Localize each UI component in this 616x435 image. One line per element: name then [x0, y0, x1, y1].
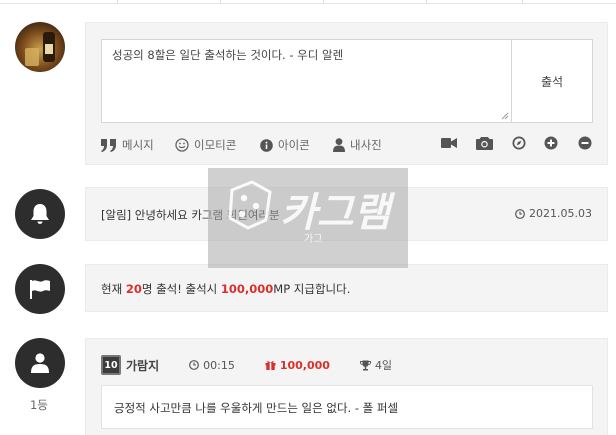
icon-tool[interactable]: 아이콘	[260, 135, 310, 155]
quote-icon	[101, 138, 116, 152]
attend-button[interactable]: 출석	[512, 39, 593, 123]
comment-points: 100,000	[265, 359, 330, 372]
attendance-comment: 10 가람지 00:15 100,000 4일 긍정적 사고만큼 나를 우울하게…	[85, 338, 608, 435]
top-divider	[0, 0, 616, 4]
user-icon	[333, 138, 345, 152]
rank-label: 1등	[30, 398, 48, 412]
attendance-text: 현재 20명 출석! 출석시 100,000MP 지급합니다.	[101, 282, 351, 296]
composer-toolbar: 메시지 이모티콘 아이콘 내사진	[101, 135, 593, 155]
user-avatar-photo[interactable]	[15, 22, 65, 72]
attendance-points: 100,000	[220, 282, 274, 296]
bell-icon	[31, 204, 49, 224]
my-photo-tool[interactable]: 내사진	[333, 135, 382, 155]
commenter-name[interactable]: 가람지	[126, 357, 159, 374]
emoticon-tool-label: 이모티콘	[194, 138, 237, 152]
clock-icon	[189, 360, 200, 370]
trophy-icon	[359, 360, 371, 370]
attendance-composer: 성공의 8할은 일단 출석하는 것이다. - 우디 알렌 출석 메시지 이모티콘	[85, 22, 608, 165]
notice-avatar	[15, 189, 65, 239]
minus-circle-icon[interactable]	[578, 136, 592, 150]
emoticon-tool[interactable]: 이모티콘	[175, 135, 236, 155]
comment-days: 4일	[359, 357, 392, 373]
message-tool[interactable]: 메시지	[101, 135, 154, 155]
user-icon	[31, 353, 49, 373]
clock-icon	[515, 208, 525, 219]
flag-icon	[30, 280, 50, 299]
comment-header: 10 가람지 00:15 100,000 4일	[101, 354, 593, 376]
comment-time: 00:15	[189, 359, 235, 372]
message-tool-label: 메시지	[122, 138, 154, 152]
plus-circle-icon[interactable]	[544, 136, 558, 150]
comment-body: 긍정적 사고만큼 나를 우울하게 만드는 일은 없다. - 폴 퍼셀	[101, 385, 593, 429]
info-icon	[260, 138, 273, 152]
level-badge: 10	[101, 355, 121, 375]
smile-icon	[175, 138, 189, 152]
message-text: 성공의 8할은 일단 출석하는 것이다. - 우디 알렌	[112, 48, 344, 62]
notice-date-text: 2021.05.03	[529, 207, 592, 220]
icon-tool-label: 아이콘	[278, 138, 310, 152]
attendance-avatar	[15, 264, 65, 314]
attendance-info-panel: 현재 20명 출석! 출석시 100,000MP 지급합니다.	[85, 264, 608, 312]
commenter-avatar[interactable]	[15, 338, 65, 388]
notice-date: 2021.05.03	[515, 207, 592, 220]
camera-icon[interactable]	[476, 136, 493, 150]
my-photo-tool-label: 내사진	[350, 138, 382, 152]
message-input[interactable]: 성공의 8할은 일단 출석하는 것이다. - 우디 알렌	[101, 39, 512, 123]
compass-icon[interactable]	[512, 136, 526, 150]
site-watermark: 카그램 가그	[208, 168, 408, 268]
attendance-count: 20	[125, 282, 142, 296]
gift-icon	[265, 361, 276, 370]
svg-text:카그램: 카그램	[280, 191, 396, 235]
watermark-logo: 카그램 가그	[228, 180, 396, 245]
resize-grip-icon[interactable]	[501, 112, 509, 120]
svg-text:가그: 가그	[304, 233, 322, 245]
attend-button-label: 출석	[540, 74, 564, 89]
video-icon[interactable]	[441, 137, 457, 149]
